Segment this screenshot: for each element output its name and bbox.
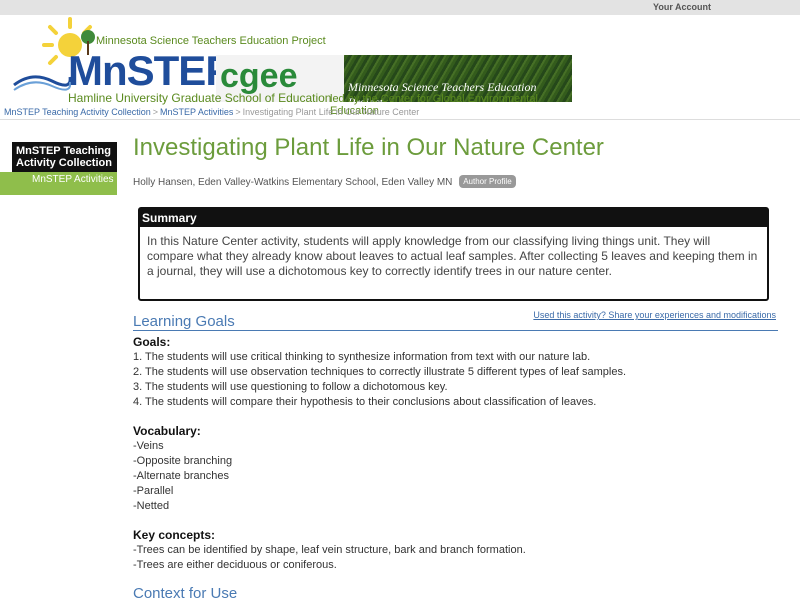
your-account-link[interactable]: Your Account: [653, 2, 711, 12]
hamline-text: Hamline University Graduate School of Ed…: [68, 91, 332, 105]
vocabulary-label: Vocabulary:: [133, 424, 201, 438]
mnstep-logo: MnSTEP: [68, 47, 233, 94]
key-concepts-label: Key concepts:: [133, 528, 216, 542]
breadcrumb-activities-link[interactable]: MnSTEP Activities: [160, 107, 233, 117]
context-for-use-heading: Context for Use: [133, 585, 238, 602]
sidebar-item-activities[interactable]: MnSTEP Activities: [0, 172, 117, 191]
share-experiences-link[interactable]: Used this activity? Share your experienc…: [533, 310, 776, 320]
page-title: Investigating Plant Life in Our Nature C…: [133, 134, 604, 161]
header-divider: [0, 119, 800, 120]
summary-heading: Summary: [140, 209, 767, 227]
learning-goals-divider: [133, 330, 778, 331]
breadcrumb-current: Investigating Plant Life in Our Nature C…: [242, 107, 420, 117]
summary-box: Summary In this Nature Center activity, …: [138, 207, 769, 301]
goals-label: Goals:: [133, 335, 171, 349]
breadcrumb-collection-link[interactable]: MnSTEP Teaching Activity Collection: [4, 107, 151, 117]
learning-goals-heading: Learning Goals: [133, 313, 235, 330]
site-banner[interactable]: Minnesota Science Teachers Education Pro…: [0, 15, 578, 117]
top-bar: Your Account: [0, 0, 800, 15]
list-item: 4. The students will compare their hypot…: [133, 396, 597, 408]
author-text: Holly Hansen, Eden Valley-Watkins Elemen…: [133, 177, 453, 188]
wave-logo-icon: [13, 75, 72, 91]
list-item: -Trees are either deciduous or coniferou…: [133, 559, 337, 571]
breadcrumb: MnSTEP Teaching Activity Collection > MnST…: [4, 107, 420, 117]
list-item: -Netted: [133, 500, 170, 512]
project-subtitle: Minnesota Science Teachers Education Pro…: [96, 35, 326, 47]
list-item: -Trees can be identified by shape, leaf …: [133, 544, 526, 556]
author-profile-button[interactable]: Author Profile: [459, 175, 516, 188]
author-line: Holly Hansen, Eden Valley-Watkins Elemen…: [133, 175, 516, 188]
learning-goals-content: Goals: 1. The students will use critical…: [133, 335, 773, 573]
list-item: 2. The students will use observation tec…: [133, 366, 627, 378]
summary-text: In this Nature Center activity, students…: [147, 234, 758, 278]
list-item: 3. The students will use questioning to …: [133, 381, 448, 393]
sidebar-divider: [0, 191, 117, 195]
list-item: 1. The students will use critical thinki…: [133, 351, 591, 363]
list-item: -Veins: [133, 440, 164, 452]
sidebar-heading[interactable]: MnSTEP Teaching Activity Collection: [12, 142, 117, 172]
list-item: -Parallel: [133, 485, 174, 497]
list-item: -Alternate branches: [133, 470, 229, 482]
list-item: -Opposite branching: [133, 455, 233, 467]
